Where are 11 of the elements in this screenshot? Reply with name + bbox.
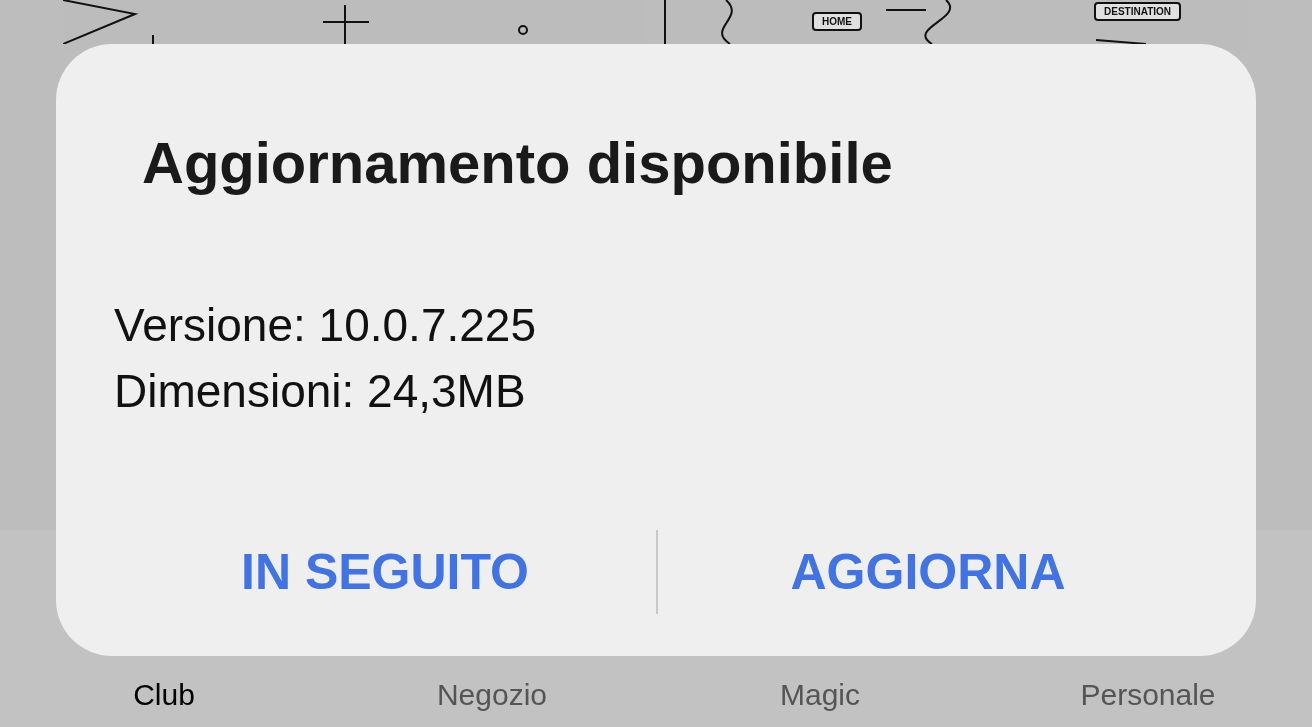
nav-tab[interactable]: Club (64, 672, 264, 717)
map-pin-label: DESTINATION (1094, 2, 1182, 21)
dialog-button[interactable]: AGGIORNA (658, 530, 1198, 614)
nav-tab[interactable]: Personale (1048, 672, 1248, 717)
map-pin-label: HOME (812, 12, 862, 31)
nav-tab[interactable]: Magic (720, 672, 920, 717)
dialog-title: Aggiornamento disponibile (142, 129, 894, 197)
dialog-button[interactable]: IN SEGUITO (114, 530, 656, 614)
detail-text: Dimensioni: 24,3MB (114, 364, 527, 419)
detail-text: Versione: 10.0.7.225 (114, 298, 537, 353)
nav-tab[interactable]: Negozio (392, 672, 592, 717)
